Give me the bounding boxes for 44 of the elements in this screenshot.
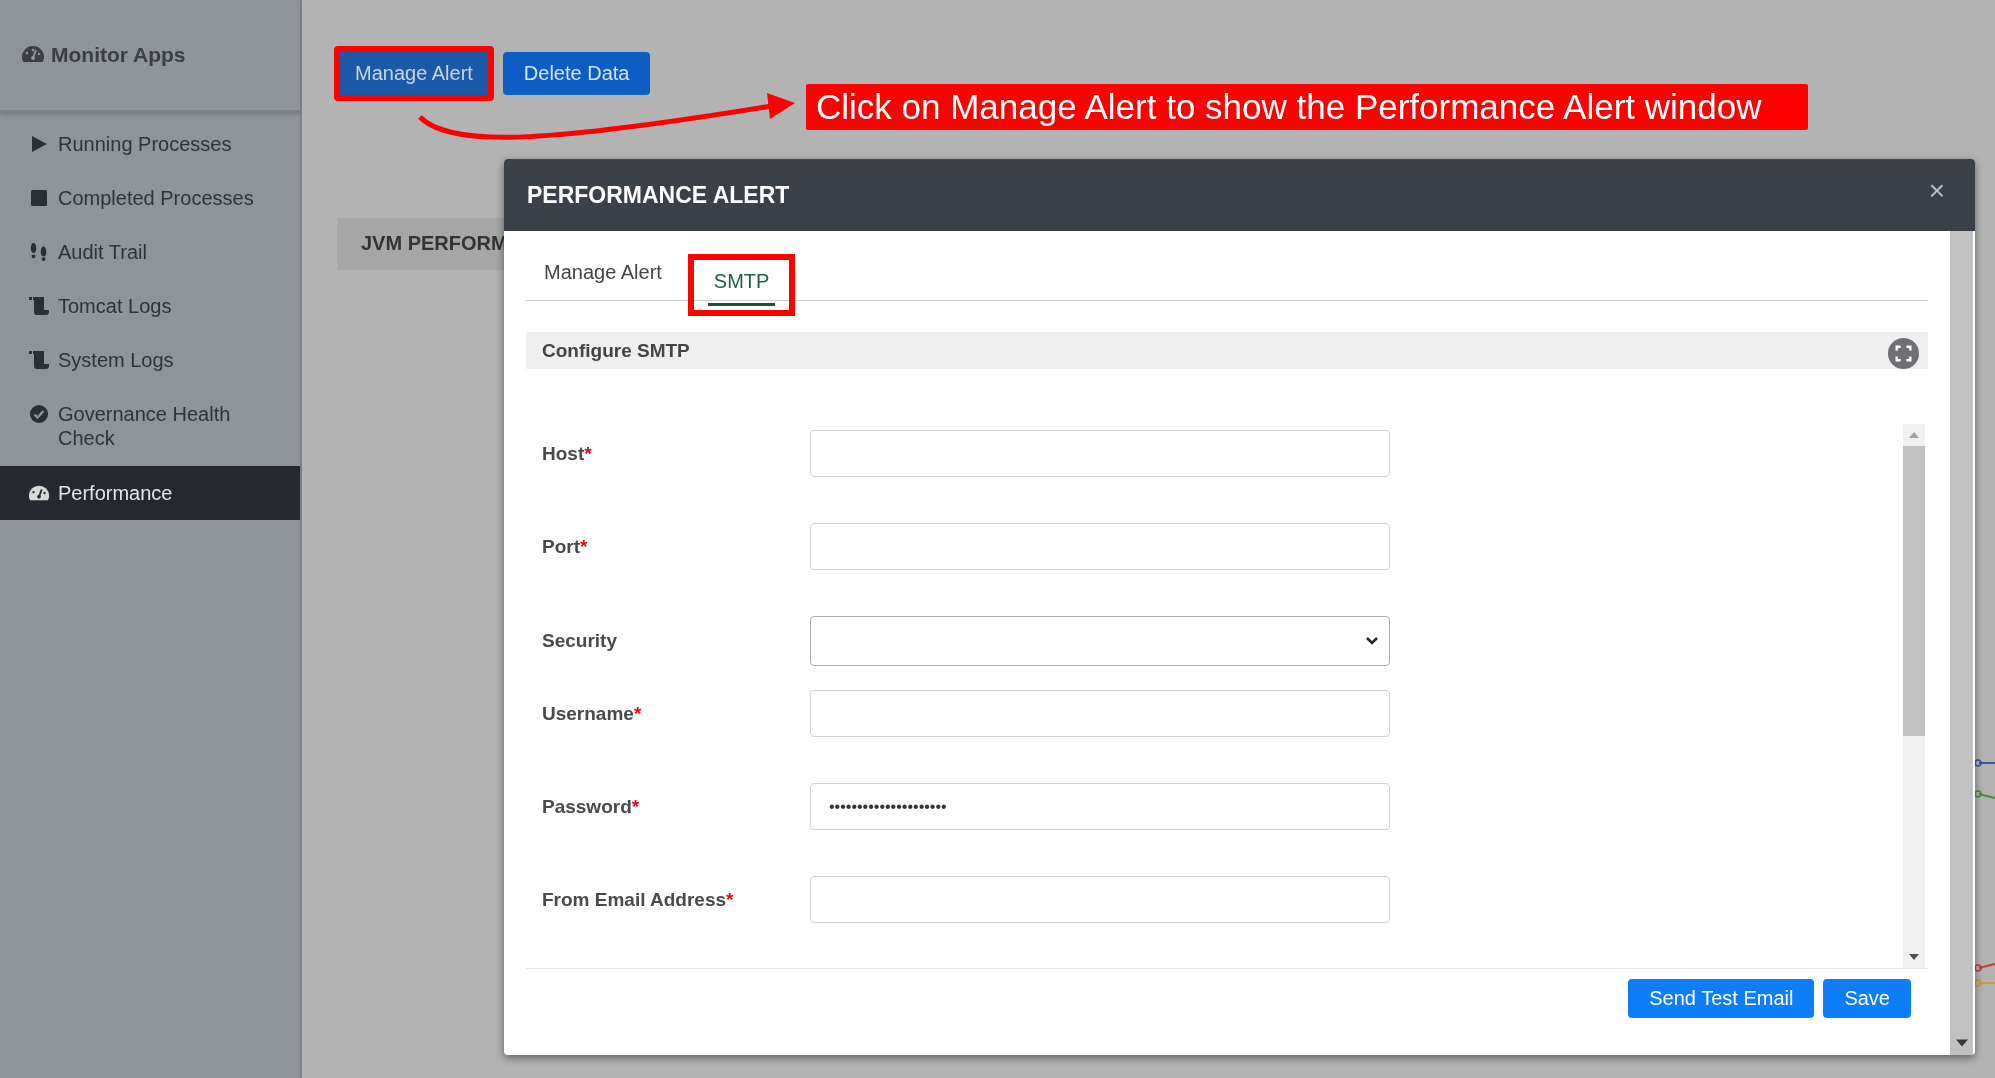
input-field[interactable] [810, 523, 1390, 570]
chevron-down-icon [1365, 636, 1379, 646]
sidebar-item[interactable]: System Logs [0, 333, 300, 387]
sidebar-item[interactable]: Governance Health Check [0, 387, 300, 464]
tab[interactable]: Manage Alert [532, 261, 674, 300]
field-label: Security [541, 630, 618, 652]
check-circle-icon [28, 404, 50, 424]
gauge-icon [28, 483, 50, 503]
toolbar-button[interactable]: Manage Alert [334, 46, 494, 101]
input-field[interactable]: ••••••••••••••••••••• [810, 783, 1390, 830]
footer-button[interactable]: Save [1823, 979, 1911, 1018]
fullscreen-icon[interactable] [1887, 337, 1920, 370]
scroll-down-icon[interactable] [1955, 1039, 1968, 1047]
sidebar-item[interactable]: Performance [0, 466, 300, 520]
callout-label: Click on Manage Alert to show the Performance Alert window [806, 84, 1808, 130]
sidebar-item[interactable]: Running Processes [0, 117, 300, 171]
input-field[interactable] [810, 690, 1390, 737]
footer-button[interactable]: Send Test Email [1628, 979, 1815, 1018]
field-label: From Email Address* [541, 888, 735, 911]
section-title: Configure SMTP [542, 339, 690, 362]
field-label: Port* [541, 535, 589, 558]
sidebar-item[interactable]: Audit Trail [0, 225, 300, 279]
scrollbar[interactable] [1903, 424, 1925, 968]
scrollbar[interactable] [1950, 231, 1973, 1055]
field-label: Username* [541, 702, 643, 725]
scroll-icon [28, 350, 50, 370]
app-title: Monitor Apps [51, 43, 186, 67]
toolbar-button[interactable]: Delete Data [502, 52, 651, 95]
tab[interactable]: SMTP [707, 270, 776, 306]
sidebar-item[interactable]: Completed Processes [0, 171, 300, 225]
input-field[interactable] [810, 430, 1390, 477]
gauge-icon [21, 44, 45, 64]
close-button[interactable]: × [1928, 177, 1945, 205]
scroll-down-icon[interactable] [1909, 954, 1919, 960]
sidebar-item[interactable]: Tomcat Logs [0, 279, 300, 333]
field-label: Password* [541, 795, 641, 818]
scroll-icon [28, 296, 50, 316]
field-label: Host* [541, 442, 593, 465]
scroll-up-icon[interactable] [1909, 432, 1919, 438]
input-field[interactable] [810, 876, 1390, 923]
square-icon [28, 188, 50, 208]
modal-title: PERFORMANCE ALERT [527, 181, 790, 209]
dropdown-field[interactable] [810, 616, 1390, 666]
panel-title: JVM PERFORM [361, 232, 508, 255]
